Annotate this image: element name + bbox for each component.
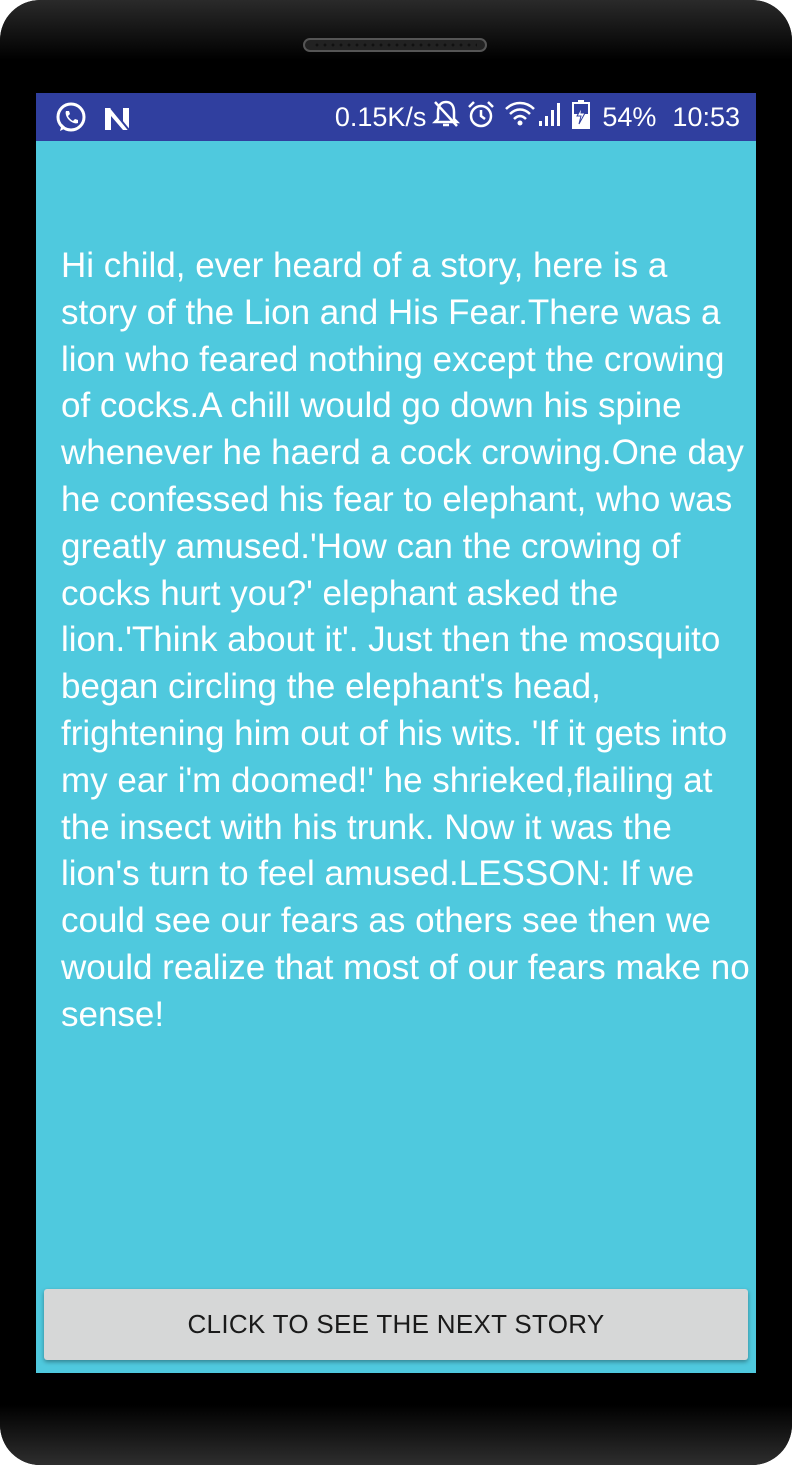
status-bar-left (54, 101, 132, 142)
n-notification-icon (102, 103, 132, 140)
next-story-button[interactable]: CLICK TO SEE THE NEXT STORY (44, 1289, 748, 1360)
network-speed: 0.15K/s (334, 101, 427, 132)
wifi-icon (504, 100, 536, 135)
signal-icon (538, 101, 562, 134)
whatsapp-icon (54, 101, 88, 142)
status-bar-right: 0.15K/s 54% 10:53 (335, 93, 740, 141)
notifications-off-icon (432, 99, 461, 136)
story-text: Hi child, ever heard of a story, here is… (61, 246, 750, 1034)
alarm-icon (466, 99, 496, 136)
battery-percentage: 54% (602, 101, 657, 132)
clock-time: 10:53 (672, 101, 740, 132)
status-bar: 0.15K/s 54% 10:53 (36, 93, 756, 141)
device-bottom-bezel (0, 1405, 792, 1465)
device-frame: 0.15K/s 54% 10:53 Hi child, ever heard o… (0, 0, 792, 1465)
battery-charging-icon (572, 99, 591, 136)
app-screen: 0.15K/s 54% 10:53 Hi child, ever heard o… (36, 93, 756, 1373)
earpiece-speaker (303, 38, 487, 52)
